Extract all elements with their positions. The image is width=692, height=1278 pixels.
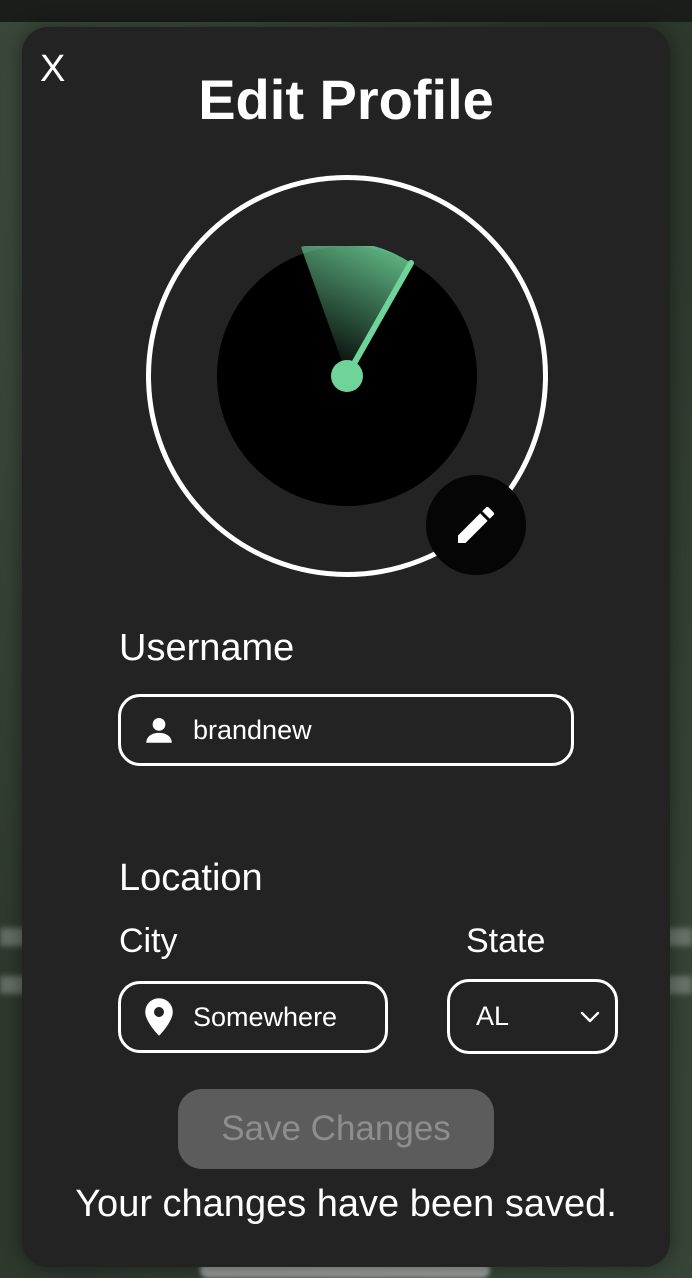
modal-title: Edit Profile <box>198 68 494 131</box>
edit-avatar-button[interactable] <box>426 475 526 575</box>
location-label: Location <box>119 857 263 899</box>
city-label: City <box>119 922 178 960</box>
pencil-icon <box>458 506 495 543</box>
state-select-value: AL <box>476 1001 510 1031</box>
edit-profile-modal: X Edit Profile Username brandnew Locatio… <box>22 27 670 1267</box>
top-bar <box>0 0 692 22</box>
state-select[interactable]: AL <box>447 979 618 1054</box>
save-status-message: Your changes have been saved. <box>75 1183 617 1225</box>
username-label: Username <box>119 627 295 669</box>
save-changes-button[interactable]: Save Changes <box>178 1089 494 1169</box>
city-input[interactable] <box>193 1001 385 1033</box>
location-pin-icon <box>141 998 177 1036</box>
city-field[interactable] <box>118 981 388 1053</box>
radar-icon <box>217 246 477 506</box>
username-input[interactable] <box>193 714 571 746</box>
state-label: State <box>466 922 546 960</box>
chevron-down-icon <box>580 1011 600 1022</box>
username-field[interactable] <box>118 694 574 766</box>
person-icon <box>141 712 177 748</box>
